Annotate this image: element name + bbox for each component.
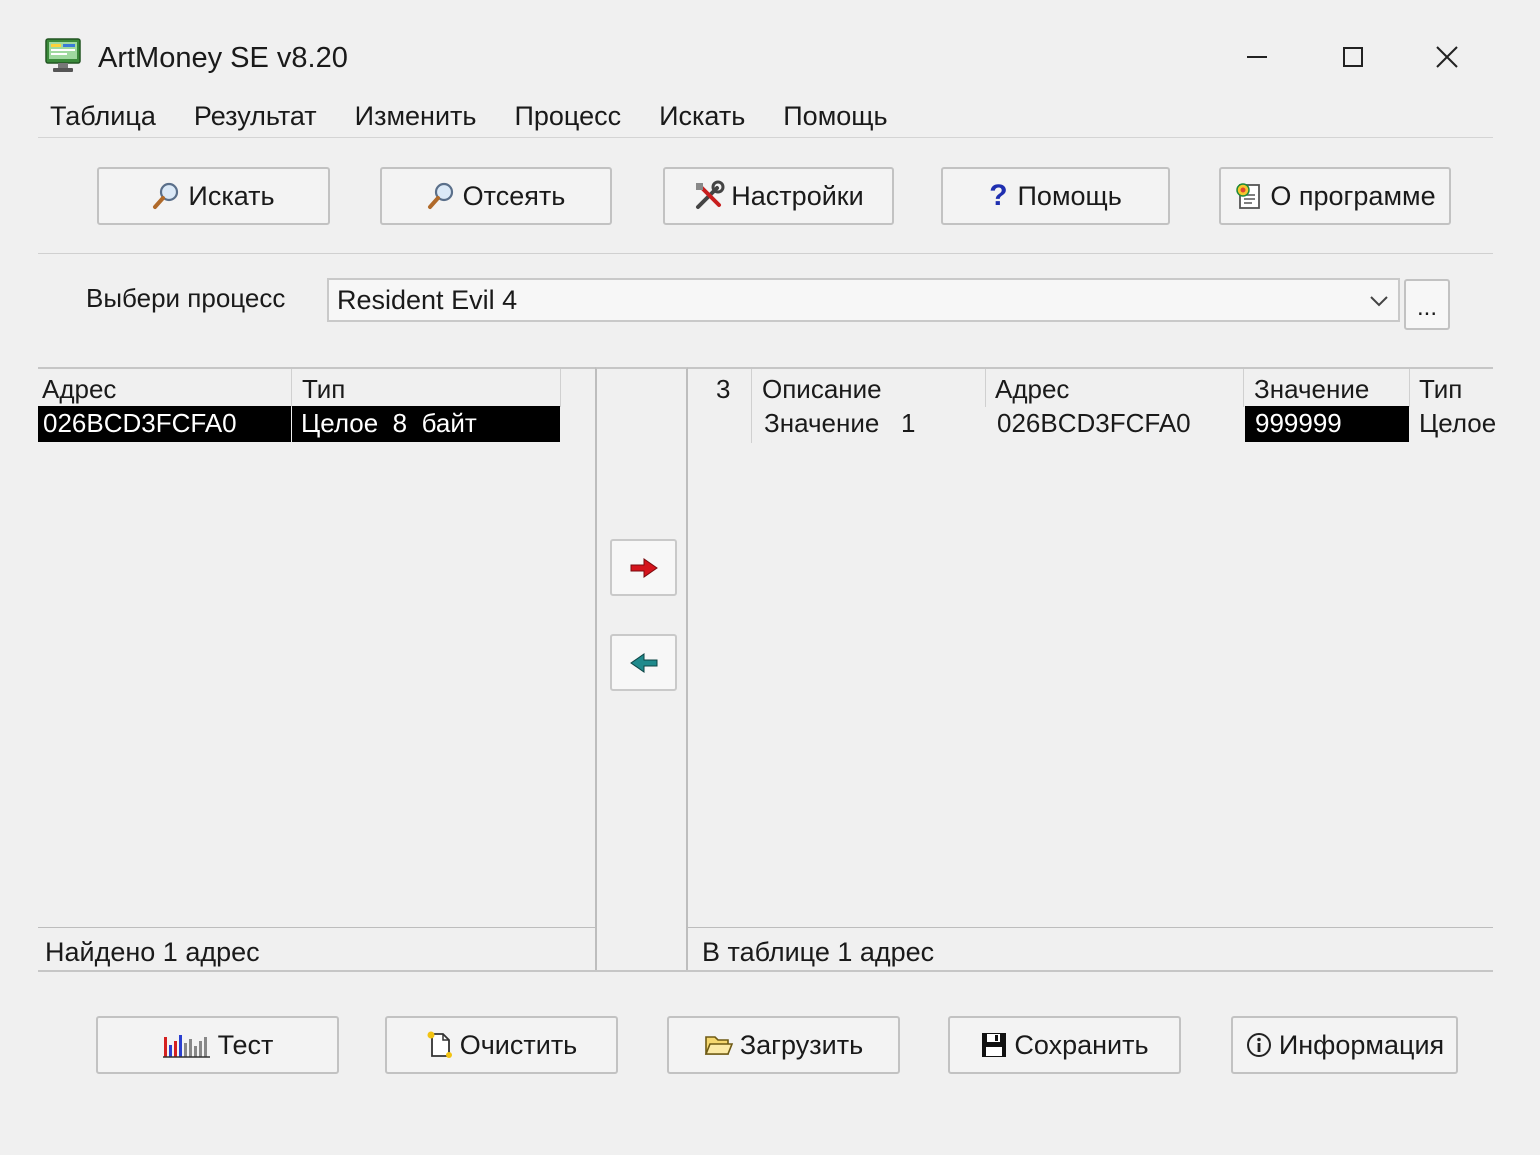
menu-help[interactable]: Помощь — [771, 96, 899, 137]
process-select[interactable]: Resident Evil 4 — [327, 278, 1400, 322]
settings-button[interactable]: Настройки — [663, 167, 894, 225]
maximize-icon — [1343, 47, 1363, 67]
row-address: 026BCD3FCFA0 — [38, 406, 291, 442]
chevron-down-icon[interactable] — [1364, 288, 1394, 314]
browse-process-button[interactable]: ... — [1404, 279, 1450, 330]
found-count-status: Найдено 1 адрес — [45, 937, 260, 967]
col-header-type[interactable]: Тип — [1419, 372, 1462, 408]
test-button[interactable]: Тест — [96, 1016, 339, 1074]
found-addresses-panel: Адрес Тип 026BCD3FCFA0 Целое 8 байт Найд… — [38, 367, 595, 972]
tools-icon — [696, 180, 725, 209]
arrow-right-icon — [630, 557, 658, 578]
bar-chart-icon — [162, 1035, 210, 1058]
panels-bottom-border — [38, 970, 1493, 972]
row-address[interactable]: 026BCD3FCFA0 — [997, 406, 1191, 442]
magnifier-icon — [153, 182, 179, 209]
menu-bar: Таблица Результат Изменить Процесс Искат… — [38, 96, 1493, 138]
minimize-button[interactable] — [1228, 28, 1286, 86]
process-label: Выбери процесс — [86, 283, 286, 313]
column-divider — [291, 369, 292, 407]
row-type: Целое 8 байт — [292, 406, 560, 442]
menu-edit[interactable]: Изменить — [343, 96, 489, 137]
toolbar-separator — [38, 253, 1493, 254]
test-button-label: Тест — [217, 1029, 274, 1060]
search-button[interactable]: Искать — [97, 167, 330, 225]
row-type[interactable]: Целое — [1419, 406, 1496, 442]
column-divider — [1409, 369, 1410, 407]
column-divider — [985, 369, 986, 407]
load-button-label: Загрузить — [739, 1029, 864, 1060]
col-header-count: 3 — [716, 374, 731, 404]
table-row[interactable]: 026BCD3FCFA0 Целое 8 байт — [38, 406, 560, 442]
remove-from-table-button[interactable] — [610, 634, 677, 691]
column-divider — [1243, 369, 1244, 407]
col-header-address[interactable]: Адрес — [995, 372, 1069, 408]
help-button-label: Помощь — [1017, 180, 1122, 211]
minimize-icon — [1247, 56, 1267, 58]
question-icon: ? — [989, 179, 1008, 212]
col-header-description[interactable]: Описание — [762, 372, 882, 408]
menu-table[interactable]: Таблица — [38, 96, 168, 137]
info-icon — [1246, 1033, 1271, 1057]
menu-process[interactable]: Процесс — [502, 96, 633, 137]
info-button-label: Информация — [1278, 1029, 1445, 1060]
table-count-status: В таблице 1 адрес — [702, 937, 935, 967]
clear-button[interactable]: Очистить — [385, 1016, 618, 1074]
save-button-label: Сохранить — [1014, 1029, 1149, 1060]
transfer-panel — [595, 367, 688, 972]
magnifier-icon — [427, 182, 453, 209]
cheat-table-panel: 3 Описание Адрес Значение Тип Значение 1… — [688, 367, 1496, 972]
col-header-value[interactable]: Значение — [1254, 372, 1369, 408]
save-button[interactable]: Сохранить — [948, 1016, 1181, 1074]
filter-button-label: Отсеять — [462, 180, 566, 211]
close-button[interactable] — [1418, 28, 1476, 86]
row-value[interactable]: 999999 — [1245, 406, 1409, 442]
column-divider — [560, 369, 561, 407]
filter-button[interactable]: Отсеять — [380, 167, 612, 225]
settings-button-label: Настройки — [731, 180, 864, 211]
clear-button-label: Очистить — [459, 1029, 578, 1060]
footer-separator — [38, 927, 595, 928]
arrow-left-icon — [629, 652, 657, 673]
menu-search[interactable]: Искать — [647, 96, 757, 137]
help-button[interactable]: ? Помощь — [941, 167, 1170, 225]
search-button-label: Искать — [188, 180, 275, 211]
app-icon — [44, 36, 84, 76]
load-button[interactable]: Загрузить — [667, 1016, 900, 1074]
maximize-button[interactable] — [1324, 28, 1382, 86]
menu-result[interactable]: Результат — [182, 96, 329, 137]
new-document-icon — [427, 1031, 452, 1058]
about-button[interactable]: О программе — [1219, 167, 1451, 225]
col-header-type[interactable]: Тип — [302, 372, 345, 408]
table-row[interactable]: Значение 1 026BCD3FCFA0 999999 Целое — [688, 406, 1496, 442]
add-to-table-button[interactable] — [610, 539, 677, 596]
window-title: ArtMoney SE v8.20 — [98, 42, 348, 74]
col-header-address[interactable]: Адрес — [42, 372, 116, 408]
floppy-disk-icon — [982, 1033, 1007, 1057]
open-folder-icon — [704, 1036, 734, 1055]
info-button[interactable]: Информация — [1231, 1016, 1458, 1074]
close-icon — [1436, 46, 1458, 68]
about-button-label: О программе — [1270, 180, 1436, 211]
footer-separator — [688, 927, 1493, 928]
document-info-icon — [1236, 183, 1261, 209]
row-description[interactable]: Значение 1 — [764, 406, 915, 442]
